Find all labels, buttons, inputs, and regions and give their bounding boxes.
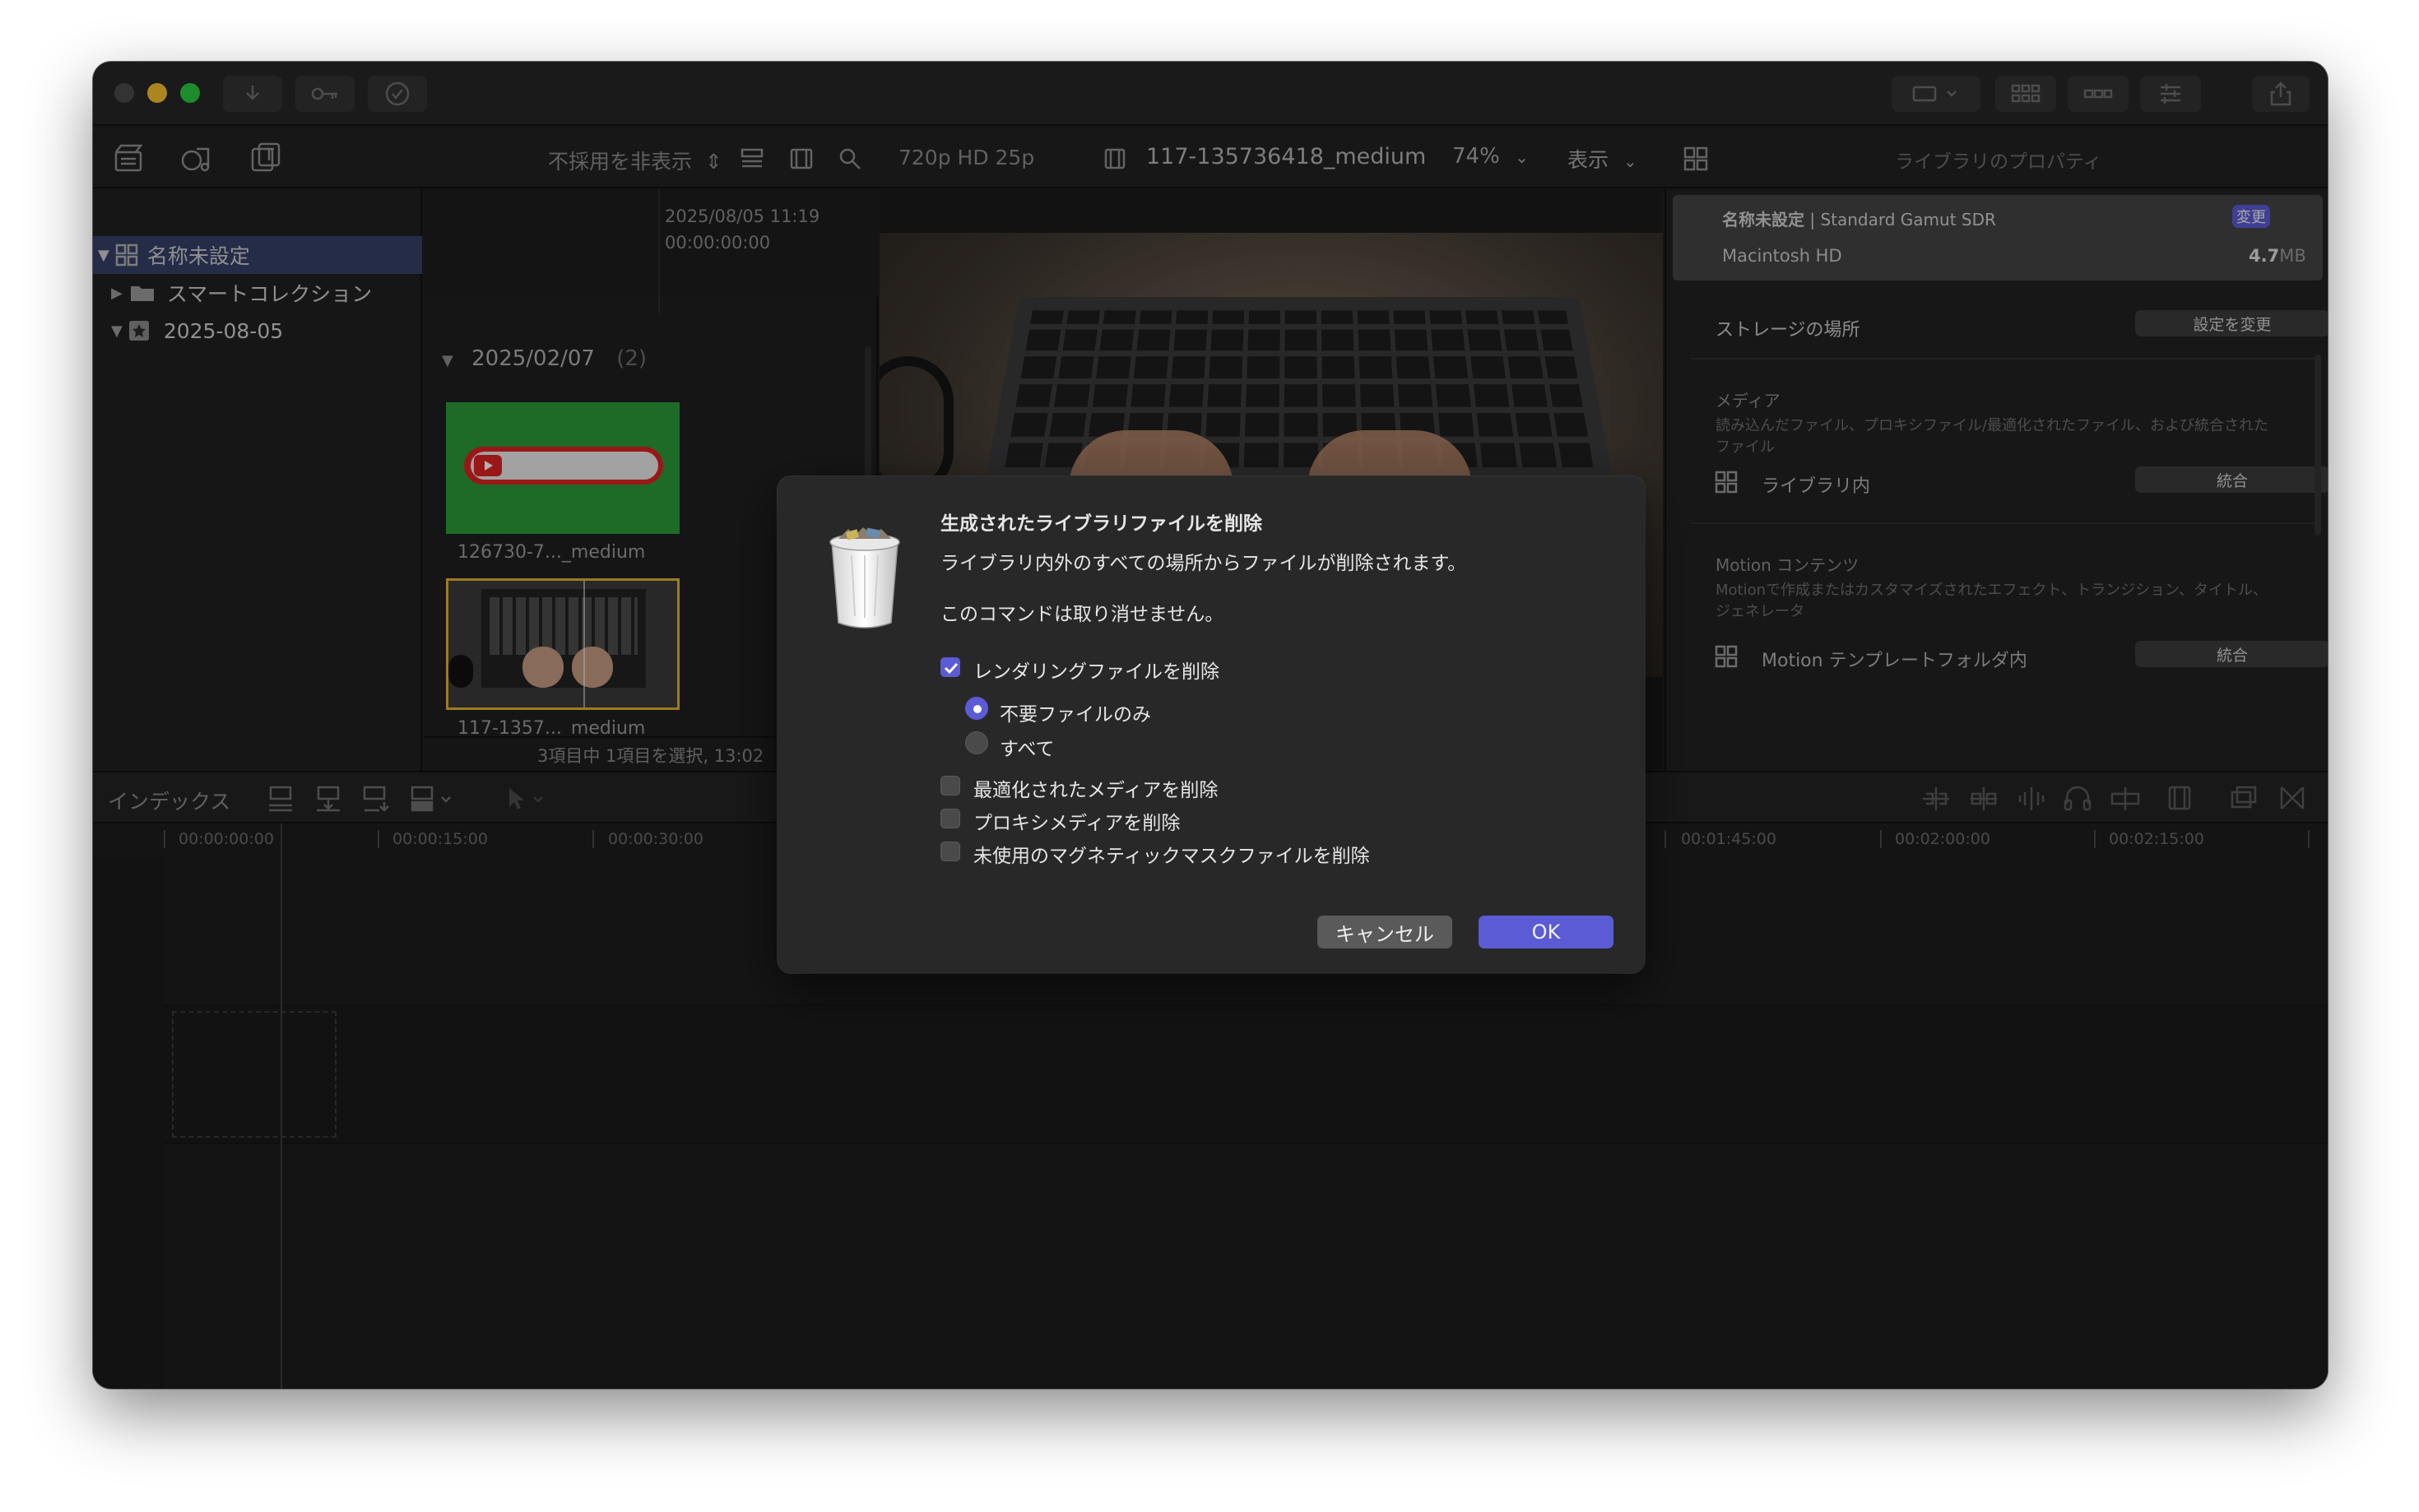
unused-only-radio[interactable] xyxy=(965,697,988,720)
dialog-warning: このコマンドは取り消せません。 xyxy=(940,604,1224,625)
delete-render-files-checkbox[interactable] xyxy=(940,657,960,677)
delete-optimized-media-label[interactable]: 最適化されたメディアを削除 xyxy=(973,774,1218,802)
delete-optimized-media-checkbox[interactable] xyxy=(940,776,960,795)
delete-magnetic-mask-checkbox[interactable] xyxy=(940,842,960,861)
trash-icon xyxy=(824,526,906,631)
all-render-files-radio[interactable] xyxy=(965,731,988,754)
delete-proxy-media-label[interactable]: プロキシメディアを削除 xyxy=(973,807,1180,835)
delete-generated-files-dialog: 生成されたライブラリファイルを削除 ライブラリ内外のすべての場所からファイルが削… xyxy=(778,476,1645,973)
checkmark-icon xyxy=(944,662,959,675)
cancel-button[interactable]: キャンセル xyxy=(1317,916,1452,948)
unused-only-label[interactable]: 不要ファイルのみ xyxy=(1000,698,1151,726)
dialog-title: 生成されたライブラリファイルを削除 xyxy=(940,513,1262,535)
delete-proxy-media-checkbox[interactable] xyxy=(940,809,960,828)
fcp-window: 不採用を非表示 ⇕ 720p HD 25p 117-135736418_medi… xyxy=(93,62,2328,1389)
delete-magnetic-mask-label[interactable]: 未使用のマグネティックマスクファイルを削除 xyxy=(973,840,1370,868)
dialog-message: ライブラリ内外のすべての場所からファイルが削除されます。 xyxy=(940,553,1467,574)
ok-button[interactable]: OK xyxy=(1479,916,1613,948)
all-render-files-label[interactable]: すべて xyxy=(1000,733,1054,761)
delete-render-files-label[interactable]: レンダリングファイルを削除 xyxy=(973,656,1219,684)
